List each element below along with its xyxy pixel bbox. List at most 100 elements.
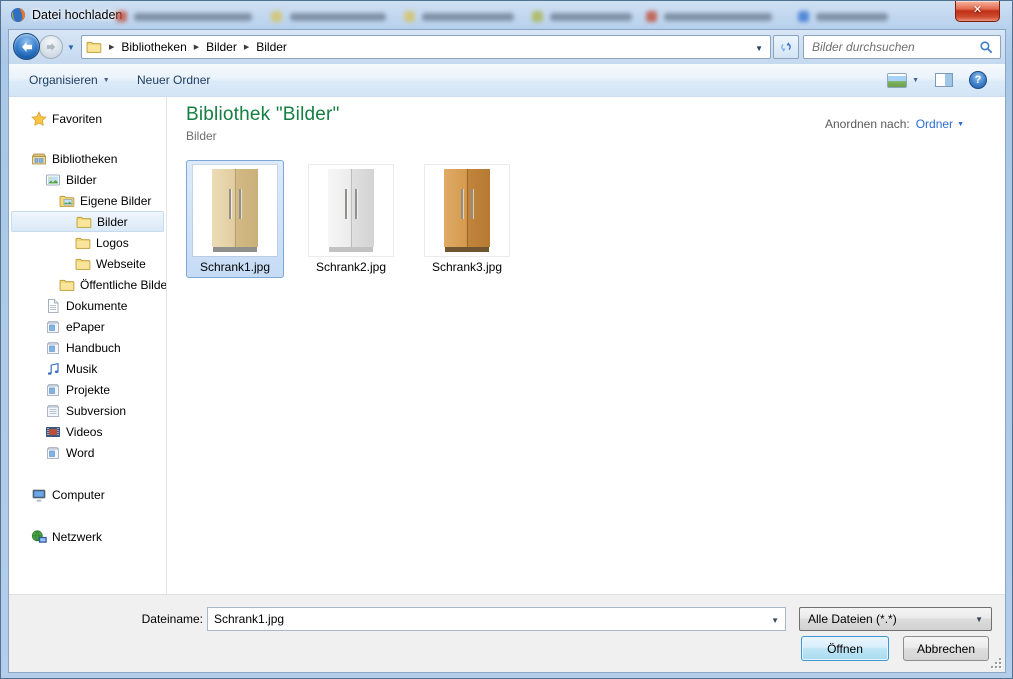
background-tab [134, 13, 252, 21]
sidebar-item-webseite[interactable]: Webseite [11, 253, 164, 274]
new-folder-button[interactable]: Neuer Ordner [129, 64, 218, 96]
file-tile-schrank3[interactable]: Schrank3.jpg [418, 160, 516, 278]
sidebar-item-favoriten[interactable]: Favoriten [11, 108, 164, 129]
file-thumbnail [193, 165, 277, 256]
back-button[interactable] [13, 33, 40, 60]
search-input[interactable] [804, 36, 1000, 58]
file-thumbnail [425, 165, 509, 256]
preview-pane-icon [935, 73, 953, 87]
title-bar[interactable]: Datei hochladen ✕ [1, 1, 1013, 30]
wardrobe-image [328, 169, 374, 252]
sidebar-item-label: Webseite [96, 257, 146, 271]
arrange-by-dropdown[interactable]: Ordner ▼ [916, 117, 964, 131]
help-icon: ? [969, 71, 987, 89]
sidebar-item-bilder-library[interactable]: Bilder [11, 169, 164, 190]
dialog-footer: Dateiname: ▼ Alle Dateien (*.*) ▼ Öffnen… [9, 594, 1005, 672]
sidebar-item-subversion[interactable]: Subversion [11, 400, 164, 421]
sidebar-item-videos[interactable]: Videos [11, 421, 164, 442]
file-upload-dialog: Datei hochladen ✕ [0, 0, 1013, 679]
file-tile-schrank1[interactable]: Schrank1.jpg [186, 160, 284, 278]
film-icon [45, 424, 61, 440]
views-icon [887, 73, 907, 88]
address-bar[interactable]: ▶ Bibliotheken ▶ Bilder ▶ Bilder ▼ [81, 35, 771, 59]
chevron-down-icon: ▼ [957, 121, 964, 128]
organize-menu-button[interactable]: Organisieren ▼ [21, 64, 118, 96]
filename-input[interactable] [208, 608, 763, 630]
sidebar-item-logos[interactable]: Logos [11, 232, 164, 253]
arrange-by-label: Anordnen nach: [825, 117, 910, 131]
forward-arrow-icon [45, 42, 57, 52]
breadcrumb-bilder-folder[interactable]: Bilder [256, 40, 287, 54]
address-dropdown-chevron-icon[interactable]: ▼ [755, 44, 763, 53]
forward-button-disabled [39, 35, 63, 59]
star-icon [31, 111, 47, 127]
sidebar-item-bibliotheken[interactable]: Bibliotheken [11, 148, 164, 169]
navigation-pane: Favoriten Bibliotheken [9, 97, 167, 594]
breadcrumb-bibliotheken[interactable]: Bibliotheken [121, 40, 186, 54]
background-tab-icon [404, 11, 415, 22]
chevron-down-icon: ▼ [975, 615, 983, 624]
sidebar-item-label: Handbuch [66, 341, 121, 355]
file-tile-schrank2[interactable]: Schrank2.jpg [302, 160, 400, 278]
refresh-button[interactable] [773, 35, 799, 59]
breadcrumb-bilder-library[interactable]: Bilder [206, 40, 237, 54]
change-view-button[interactable]: ▼ [879, 64, 927, 96]
sidebar-item-projekte[interactable]: Projekte [11, 379, 164, 400]
folder-icon [76, 214, 92, 230]
breadcrumb-separator-icon: ▶ [194, 43, 199, 51]
sidebar-spacer [9, 505, 166, 526]
close-button[interactable]: ✕ [955, 1, 1000, 22]
sidebar-spacer [9, 129, 166, 148]
sidebar-item-oeffentliche-bilder[interactable]: Öffentliche Bilder [11, 274, 164, 295]
search-box [803, 35, 1001, 59]
file-name-label: Schrank3.jpg [432, 260, 502, 274]
sidebar-item-word[interactable]: Word [11, 442, 164, 463]
main-area: Favoriten Bibliotheken [9, 97, 1005, 594]
breadcrumb-separator-icon: ▶ [244, 43, 249, 51]
help-button[interactable]: ? [961, 64, 995, 96]
sidebar-item-bilder-folder-selected[interactable]: Bilder [11, 211, 164, 232]
background-tab-icon [116, 11, 127, 22]
background-tab [550, 13, 632, 21]
sidebar-item-label: Bibliotheken [52, 152, 117, 166]
sidebar-item-musik[interactable]: Musik [11, 358, 164, 379]
back-arrow-icon [20, 41, 34, 53]
file-name-label: Schrank2.jpg [316, 260, 386, 274]
filename-label: Dateiname: [121, 607, 203, 631]
sidebar-item-epaper[interactable]: ePaper [11, 316, 164, 337]
file-type-select[interactable]: Alle Dateien (*.*) ▼ [799, 607, 992, 631]
preview-pane-button[interactable] [927, 64, 961, 96]
sidebar-item-eigene-bilder[interactable]: Eigene Bilder [11, 190, 164, 211]
background-tab [816, 13, 888, 21]
sidebar-item-label: Netzwerk [52, 530, 102, 544]
sidebar-item-netzwerk[interactable]: Netzwerk [11, 526, 164, 547]
library-folder-icon [45, 340, 61, 356]
background-tab [664, 13, 772, 21]
sidebar-item-dokumente[interactable]: Dokumente [11, 295, 164, 316]
sidebar-item-handbuch[interactable]: Handbuch [11, 337, 164, 358]
sidebar-item-label: Bilder [97, 215, 128, 229]
open-button[interactable]: Öffnen [801, 636, 889, 661]
file-tiles: Schrank1.jpg Schrank2.jpg [186, 160, 1005, 278]
library-folder-icon [45, 403, 61, 419]
sidebar-item-label: Projekte [66, 383, 110, 397]
filename-dropdown-chevron-icon[interactable]: ▼ [771, 616, 779, 625]
background-tab-icon [271, 11, 282, 22]
dialog-client-area: ▼ ▶ Bibliotheken ▶ Bilder ▶ Bilder ▼ [9, 30, 1005, 672]
navigation-bar: ▼ ▶ Bibliotheken ▶ Bilder ▶ Bilder ▼ [9, 30, 1005, 64]
refresh-icon [779, 40, 793, 54]
search-icon[interactable] [979, 40, 994, 55]
arrange-by-control: Anordnen nach: Ordner ▼ [825, 117, 964, 131]
filename-combobox: ▼ [207, 607, 786, 631]
background-tab [422, 13, 514, 21]
command-toolbar: Organisieren ▼ Neuer Ordner ▼ ? [9, 64, 1005, 97]
sidebar-item-computer[interactable]: Computer [11, 484, 164, 505]
sidebar-item-label: Subversion [66, 404, 126, 418]
file-type-value: Alle Dateien (*.*) [808, 612, 975, 626]
sidebar-item-label: Bilder [66, 173, 97, 187]
folder-icon [86, 39, 102, 55]
cancel-button[interactable]: Abbrechen [903, 636, 989, 661]
resize-grip[interactable] [989, 656, 1001, 668]
recent-pages-chevron-icon[interactable]: ▼ [67, 43, 75, 52]
pictures-library-icon [45, 172, 61, 188]
